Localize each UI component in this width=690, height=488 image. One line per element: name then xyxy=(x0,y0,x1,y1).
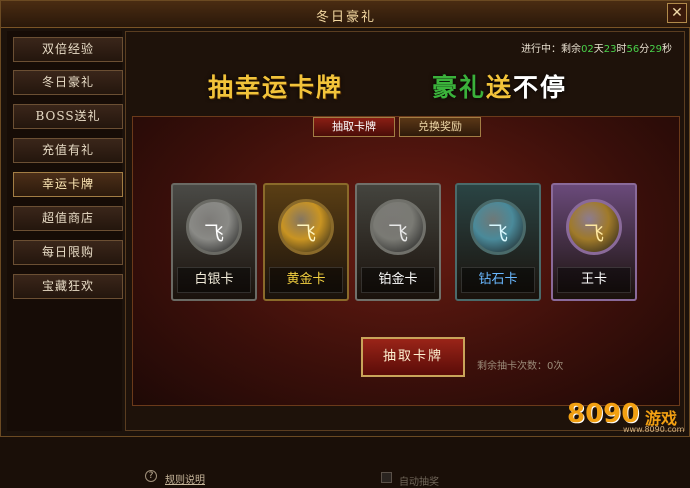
card-emblem-icon: 飞 xyxy=(370,199,426,255)
sidebar-item-winter-gift[interactable]: 冬日豪礼 xyxy=(13,70,123,95)
event-window: 冬日豪礼 ✕ 双倍经验 冬日豪礼 BOSS送礼 充值有礼 幸运卡牌 超值商店 每… xyxy=(0,0,690,488)
card-emblem-icon: 飞 xyxy=(278,199,334,255)
countdown-timer: 进行中：剩余02天23时56分29秒 xyxy=(521,44,672,55)
help-icon[interactable]: ? xyxy=(145,470,157,482)
card-0[interactable]: 飞白银卡 xyxy=(171,183,257,301)
sidebar-item-boss-gift[interactable]: BOSS送礼 xyxy=(13,104,123,129)
card-1[interactable]: 飞黄金卡 xyxy=(263,183,349,301)
tab-exchange-rewards[interactable]: 兑换奖励 xyxy=(399,117,481,137)
banner-title-left: 抽幸运卡牌 xyxy=(208,73,344,102)
card-label: 钻石卡 xyxy=(461,267,535,293)
watermark-logo: 8090 游戏 www.8090.com xyxy=(567,399,685,434)
main-panel: 进行中：剩余02天23时56分29秒 抽幸运卡牌 豪礼送不停 抽取卡牌 兑换奖励… xyxy=(125,31,686,488)
card-label: 黄金卡 xyxy=(269,267,343,293)
card-label: 白银卡 xyxy=(177,267,251,293)
draw-card-button[interactable]: 抽取卡牌 xyxy=(361,337,465,377)
sidebar-item-value-shop[interactable]: 超值商店 xyxy=(13,206,123,231)
card-4[interactable]: 飞王卡 xyxy=(551,183,637,301)
tab-draw-cards[interactable]: 抽取卡牌 xyxy=(313,117,395,137)
close-icon[interactable]: ✕ xyxy=(667,3,687,23)
auto-draw-checkbox[interactable] xyxy=(381,472,392,483)
sidebar: 双倍经验 冬日豪礼 BOSS送礼 充值有礼 幸运卡牌 超值商店 每日限购 宝藏狂… xyxy=(7,31,123,431)
card-3[interactable]: 飞钻石卡 xyxy=(455,183,541,301)
card-emblem-icon: 飞 xyxy=(566,199,622,255)
banner: 抽幸运卡牌 豪礼送不停 xyxy=(126,56,686,116)
sidebar-item-recharge-gift[interactable]: 充值有礼 xyxy=(13,138,123,163)
card-label: 王卡 xyxy=(557,267,631,293)
remaining-draws: 剩余抽卡次数：0次 xyxy=(477,361,564,372)
banner-title-right: 豪礼送不停 xyxy=(432,73,568,102)
title-bar: 冬日豪礼 ✕ xyxy=(1,1,690,28)
card-emblem-icon: 飞 xyxy=(186,199,242,255)
sidebar-item-double-exp[interactable]: 双倍经验 xyxy=(13,37,123,62)
sidebar-item-lucky-cards[interactable]: 幸运卡牌 xyxy=(13,172,123,197)
card-label: 铂金卡 xyxy=(361,267,435,293)
card-emblem-icon: 飞 xyxy=(470,199,526,255)
sidebar-item-treasure-carnival[interactable]: 宝藏狂欢 xyxy=(13,274,123,299)
card-stage: 抽取卡牌 兑换奖励 飞白银卡飞黄金卡飞铂金卡飞钻石卡飞王卡 抽取卡牌 剩余抽卡次… xyxy=(132,116,680,488)
rules-link[interactable]: 规则说明 xyxy=(165,471,205,486)
window-title: 冬日豪礼 xyxy=(315,10,376,25)
auto-draw-label: 自动抽奖 xyxy=(399,477,439,488)
card-2[interactable]: 飞铂金卡 xyxy=(355,183,441,301)
sidebar-item-daily-limit[interactable]: 每日限购 xyxy=(13,240,123,265)
